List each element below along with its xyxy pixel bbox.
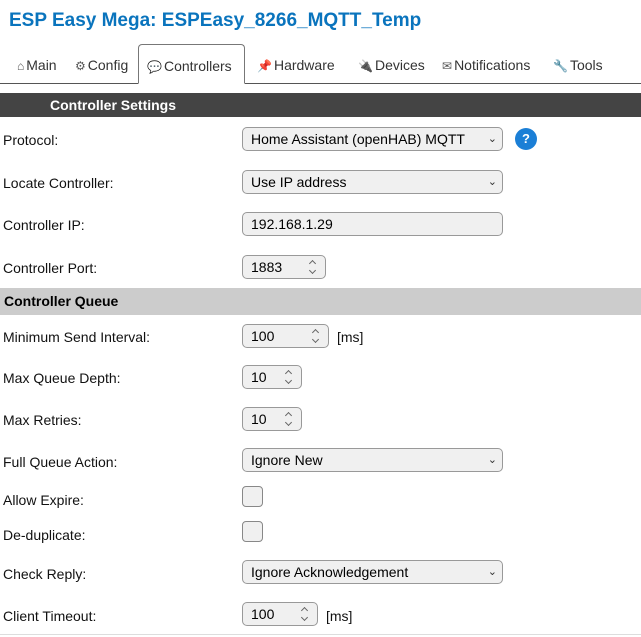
- check-reply-select[interactable]: Ignore Acknowledgement ⌄: [242, 560, 503, 584]
- tab-main[interactable]: ⌂ Main: [17, 44, 57, 83]
- protocol-label: Protocol:: [3, 132, 59, 148]
- gear-icon: ⚙: [75, 59, 86, 73]
- controller-ip-input[interactable]: 192.168.1.29: [242, 212, 503, 236]
- section-controller-queue: Controller Queue: [0, 288, 641, 315]
- min-send-interval-unit: [ms]: [337, 329, 364, 345]
- envelope-icon: ✉: [442, 59, 453, 73]
- allow-expire-checkbox[interactable]: [242, 486, 263, 507]
- controller-port-input[interactable]: 1883: [242, 255, 326, 279]
- client-timeout-input[interactable]: 100: [242, 602, 318, 626]
- min-send-interval-input[interactable]: 100: [242, 324, 329, 348]
- speech-bubble-icon: 💬: [147, 60, 162, 74]
- full-queue-action-select[interactable]: Ignore New ⌄: [242, 448, 503, 472]
- check-reply-label: Check Reply:: [3, 566, 87, 582]
- de-duplicate-checkbox[interactable]: [242, 521, 263, 542]
- tab-divider: [0, 83, 641, 84]
- max-retries-input[interactable]: 10: [242, 407, 302, 431]
- tab-devices[interactable]: 🔌 Devices: [358, 44, 425, 83]
- client-timeout-unit: [ms]: [326, 608, 353, 624]
- locate-controller-label: Locate Controller:: [3, 175, 114, 191]
- controller-port-label: Controller Port:: [3, 260, 98, 276]
- tab-config[interactable]: ⚙ Config: [75, 44, 128, 83]
- max-retries-label: Max Retries:: [3, 412, 82, 428]
- help-icon[interactable]: ?: [515, 128, 537, 150]
- tab-tools[interactable]: 🔧 Tools: [553, 44, 603, 83]
- tab-controllers[interactable]: 💬 Controllers: [138, 44, 245, 84]
- max-queue-depth-input[interactable]: 10: [242, 365, 302, 389]
- page-title: ESP Easy Mega: ESPEasy_8266_MQTT_Temp: [9, 10, 422, 31]
- min-send-interval-label: Minimum Send Interval:: [3, 329, 151, 345]
- protocol-select[interactable]: Home Assistant (openHAB) MQTT ⌄: [242, 127, 503, 151]
- allow-expire-label: Allow Expire:: [3, 492, 84, 508]
- home-icon: ⌂: [17, 59, 25, 73]
- section-controller-settings: Controller Settings: [0, 93, 641, 117]
- full-queue-action-label: Full Queue Action:: [3, 454, 118, 470]
- spinner-icon[interactable]: [301, 608, 309, 620]
- spinner-icon[interactable]: [285, 371, 293, 383]
- pushpin-icon: 📌: [257, 59, 272, 73]
- tab-hardware[interactable]: 📌 Hardware: [257, 44, 335, 83]
- plug-icon: 🔌: [358, 59, 373, 73]
- bottom-divider: [0, 634, 641, 635]
- chevron-down-icon: ⌄: [487, 133, 497, 145]
- client-timeout-label: Client Timeout:: [3, 608, 97, 624]
- tab-bar: ⌂ Main ⚙ Config 💬 Controllers 📌 Hardware 🔌 De…: [0, 44, 641, 84]
- chevron-down-icon: ⌄: [487, 176, 497, 188]
- spinner-icon[interactable]: [312, 330, 320, 342]
- de-duplicate-label: De-duplicate:: [3, 527, 86, 543]
- chevron-down-icon: ⌄: [487, 454, 497, 466]
- max-queue-depth-label: Max Queue Depth:: [3, 370, 121, 386]
- controller-ip-label: Controller IP:: [3, 217, 85, 233]
- tab-notifications[interactable]: ✉ Notifications: [442, 44, 530, 83]
- spinner-icon[interactable]: [285, 413, 293, 425]
- chevron-down-icon: ⌄: [487, 566, 497, 578]
- wrench-icon: 🔧: [553, 59, 568, 73]
- spinner-icon[interactable]: [309, 261, 317, 273]
- locate-controller-select[interactable]: Use IP address ⌄: [242, 170, 503, 194]
